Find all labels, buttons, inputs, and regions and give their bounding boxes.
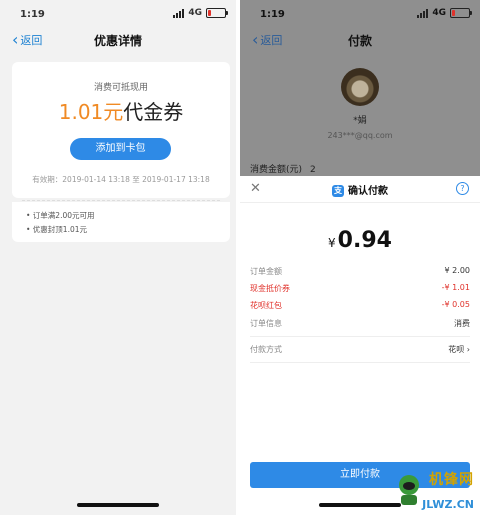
- payment-header-dimmed: 1:19 4G ‹ 返回 付款 *娟 243***@qq.com 消费金额(元)…: [240, 0, 480, 176]
- page-title: 优惠详情: [93, 34, 142, 48]
- robot-mascot-icon: [399, 475, 419, 505]
- site-watermark: 机锋网 JLWZ.CN: [394, 467, 476, 513]
- amount-field-value: 2: [310, 165, 316, 175]
- detail-value: ¥ 2.00: [444, 266, 470, 275]
- payee-name: *娟: [353, 116, 367, 126]
- detail-row-redpacket: 花呗红包 -¥ 0.05: [250, 300, 470, 314]
- coupon-rules: • 订单满2.00元可用 • 优惠封顶1.01元: [12, 202, 230, 242]
- divider: [250, 336, 470, 337]
- coupon-detail-screen: 1:19 4G ‹ 返回 优惠详情 消费可抵现用 1.01元代金券 添加到卡包 …: [0, 0, 236, 515]
- sheet-title-text: 确认付款: [348, 186, 388, 197]
- battery-icon: [206, 8, 228, 18]
- signal-icon: [417, 8, 429, 18]
- detail-label: 花呗红包: [250, 301, 282, 310]
- detail-value: -¥ 0.05: [441, 300, 470, 309]
- battery-icon: [450, 8, 472, 18]
- add-to-wallet-button[interactable]: 添加到卡包: [70, 138, 171, 160]
- rule-item: • 订单满2.00元可用: [26, 211, 95, 220]
- status-time: 1:19: [260, 9, 285, 20]
- nav-bar: ‹ 返回 优惠详情: [0, 28, 236, 54]
- detail-label: 现金抵价券: [250, 284, 290, 293]
- status-bar: 1:19 4G: [240, 0, 480, 28]
- help-icon[interactable]: ?: [456, 182, 469, 195]
- currency-symbol: ¥: [328, 236, 336, 250]
- detail-row-voucher: 现金抵价券 -¥ 1.01: [250, 283, 470, 297]
- detail-value: 消费: [454, 319, 470, 328]
- watermark-text: 机锋网: [429, 472, 474, 488]
- divider: [250, 362, 470, 363]
- detail-label: 订单信息: [250, 319, 282, 328]
- amount-field-label: 消费金额(元): [250, 165, 303, 175]
- coupon-amount: 1.01元代金券: [12, 96, 230, 125]
- ticket-divider: [22, 200, 220, 201]
- status-bar: 1:19 4G: [0, 0, 236, 28]
- nav-bar: ‹ 返回 付款: [240, 28, 480, 54]
- detail-row-info: 订单信息 消费: [250, 318, 470, 332]
- detail-row-order: 订单金额 ¥ 2.00: [250, 266, 470, 280]
- payment-method-label: 付款方式: [250, 345, 282, 354]
- avatar: [341, 68, 379, 106]
- alipay-logo-icon: 支: [332, 185, 344, 197]
- pay-amount: ¥0.94: [240, 228, 480, 253]
- payee-email: 243***@qq.com: [327, 131, 393, 140]
- coupon-type: 代金券: [123, 100, 184, 124]
- page-title: 付款: [347, 34, 372, 48]
- pay-amount-value: 0.94: [337, 228, 392, 253]
- payment-method-value[interactable]: 花呗 ›: [448, 344, 470, 355]
- detail-value: -¥ 1.01: [441, 283, 470, 292]
- sheet-title: 支确认付款: [240, 182, 480, 197]
- network-label: 4G: [432, 8, 446, 18]
- coupon-subtitle: 消费可抵现用: [93, 83, 148, 93]
- signal-icon: [173, 8, 185, 18]
- rule-item: • 优惠封顶1.01元: [26, 225, 88, 234]
- confirm-payment-sheet: ✕ 支确认付款 ? ¥0.94 订单金额 ¥ 2.00 现金抵价券 -¥ 1.0…: [240, 176, 480, 515]
- payment-screen: 1:19 4G ‹ 返回 付款 *娟 243***@qq.com 消费金额(元)…: [240, 0, 480, 515]
- home-indicator[interactable]: [77, 503, 159, 507]
- home-indicator[interactable]: [319, 503, 401, 507]
- amount-field: 消费金额(元) 2: [250, 162, 316, 175]
- detail-label: 订单金额: [250, 267, 282, 276]
- watermark-url: JLWZ.CN: [422, 498, 474, 511]
- coupon-card: 消费可抵现用 1.01元代金券 添加到卡包 有效期：2019-01-14 13:…: [12, 62, 230, 198]
- status-time: 1:19: [20, 9, 45, 20]
- coupon-validity: 有效期：2019-01-14 13:18 至 2019-01-17 13:18: [32, 175, 210, 184]
- sheet-header: ✕ 支确认付款 ?: [240, 176, 480, 203]
- network-label: 4G: [188, 8, 202, 18]
- coupon-value: 1.01元: [58, 100, 124, 124]
